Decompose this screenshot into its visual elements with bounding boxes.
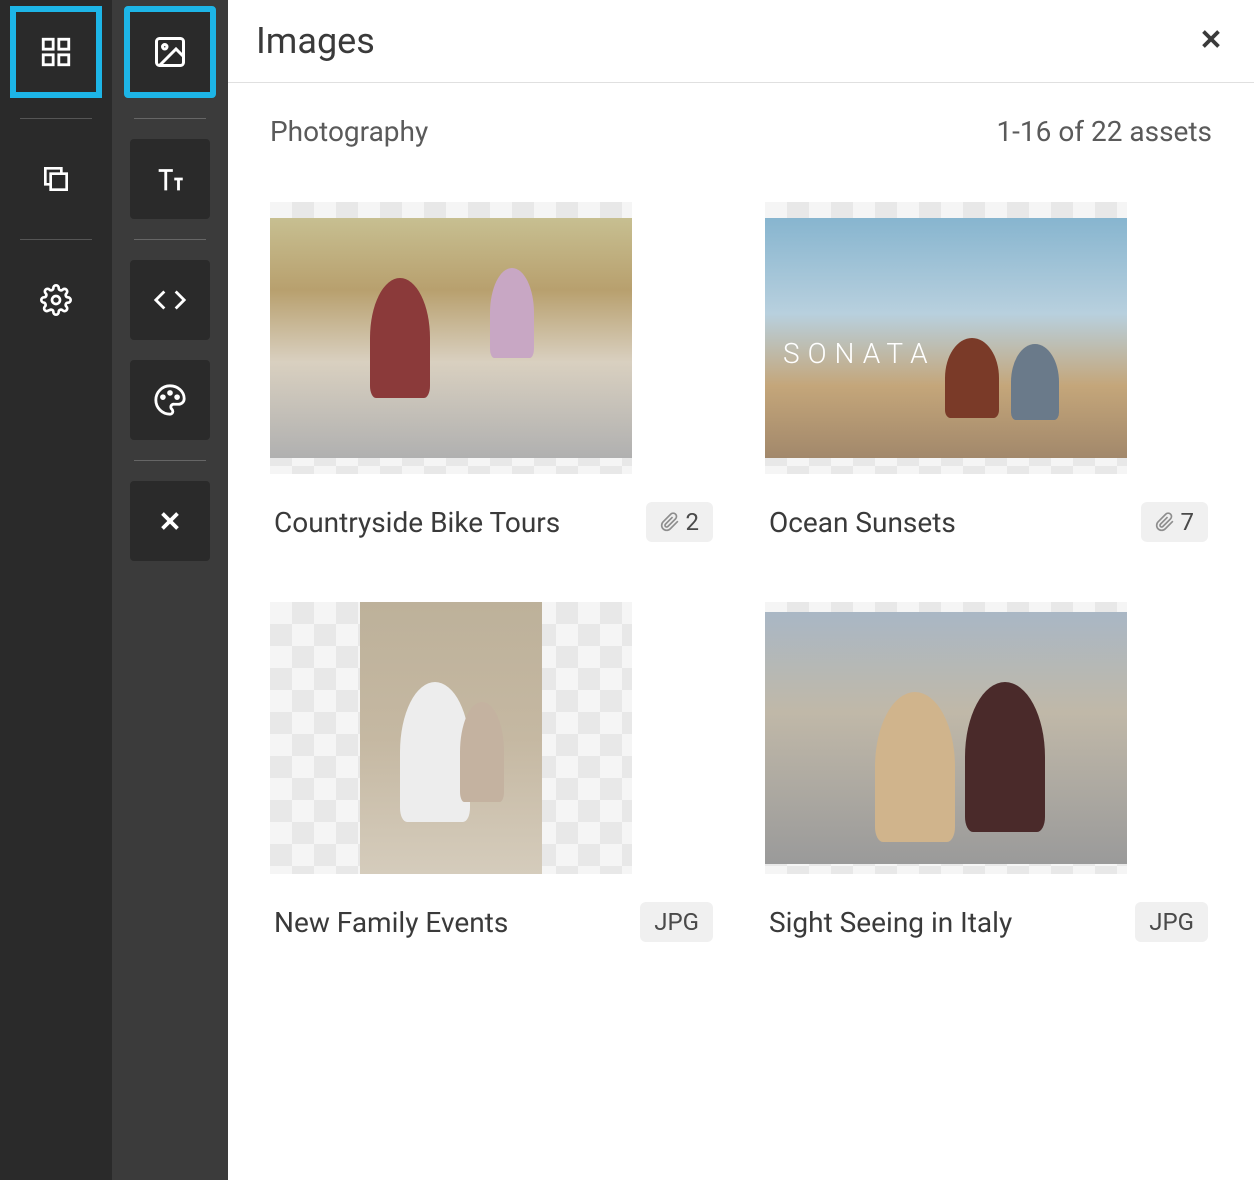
close-icon — [155, 506, 185, 536]
grid-icon — [39, 35, 73, 69]
asset-meta: Countryside Bike Tours 2 — [270, 502, 717, 542]
panel-close-button[interactable] — [1196, 24, 1226, 58]
asset-meta: Ocean Sunsets 7 — [765, 502, 1212, 542]
thumbnail-frame — [270, 202, 632, 474]
badge-value: JPG — [1149, 908, 1194, 936]
tool-palette-button[interactable] — [130, 360, 210, 440]
nav-grid-button[interactable] — [10, 6, 102, 98]
close-icon — [1196, 24, 1226, 54]
image-icon — [152, 34, 188, 70]
code-icon — [153, 283, 187, 317]
divider — [20, 239, 92, 240]
tool-close-button[interactable] — [130, 481, 210, 561]
badge-value: 2 — [686, 508, 700, 536]
thumbnail-image — [765, 218, 1127, 458]
breadcrumb[interactable]: Photography — [270, 115, 428, 148]
paperclip-icon — [660, 512, 680, 532]
asset-card[interactable]: Countryside Bike Tours 2 — [270, 202, 717, 542]
panel-header: Images — [228, 0, 1254, 83]
paperclip-icon — [1155, 512, 1175, 532]
palette-icon — [153, 383, 187, 417]
asset-card[interactable]: Ocean Sunsets 7 — [765, 202, 1212, 542]
tool-code-button[interactable] — [130, 260, 210, 340]
divider — [134, 239, 206, 240]
divider — [20, 118, 92, 119]
thumbnail-image — [360, 602, 542, 874]
format-badge: JPG — [1135, 902, 1208, 942]
tool-text-button[interactable] — [130, 139, 210, 219]
nav-settings-button[interactable] — [16, 260, 96, 340]
attachments-badge[interactable]: 7 — [1141, 502, 1209, 542]
nav-copy-button[interactable] — [16, 139, 96, 219]
badge-value: 7 — [1181, 508, 1195, 536]
asset-count: 1-16 of 22 assets — [996, 115, 1212, 148]
asset-title: Ocean Sunsets — [769, 506, 956, 539]
images-panel: Images Photography 1-16 of 22 assets Cou… — [228, 0, 1254, 1180]
asset-card[interactable]: Sight Seeing in Italy JPG — [765, 602, 1212, 942]
divider — [134, 460, 206, 461]
gear-icon — [40, 284, 72, 316]
copy-icon — [40, 163, 72, 195]
asset-grid: Countryside Bike Tours 2 Ocean Sunsets 7 — [228, 168, 1254, 976]
asset-title: New Family Events — [274, 906, 508, 939]
asset-meta: Sight Seeing in Italy JPG — [765, 902, 1212, 942]
panel-title: Images — [256, 20, 375, 62]
asset-title: Sight Seeing in Italy — [769, 906, 1012, 939]
format-badge: JPG — [640, 902, 713, 942]
secondary-sidebar — [112, 0, 228, 1180]
asset-meta: New Family Events JPG — [270, 902, 717, 942]
thumbnail-image — [765, 612, 1127, 864]
tool-image-button[interactable] — [124, 6, 216, 98]
divider — [134, 118, 206, 119]
thumbnail-frame — [765, 202, 1127, 474]
panel-subheader: Photography 1-16 of 22 assets — [228, 83, 1254, 168]
asset-card[interactable]: New Family Events JPG — [270, 602, 717, 942]
badge-value: JPG — [654, 908, 699, 936]
asset-title: Countryside Bike Tours — [274, 506, 560, 539]
thumbnail-frame — [765, 602, 1127, 874]
attachments-badge[interactable]: 2 — [646, 502, 714, 542]
primary-sidebar — [0, 0, 112, 1180]
thumbnail-image — [270, 218, 632, 458]
thumbnail-frame — [270, 602, 632, 874]
text-icon — [153, 162, 187, 196]
